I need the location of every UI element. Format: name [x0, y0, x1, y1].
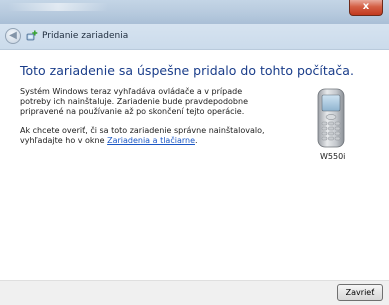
- verify-info-end: .: [195, 136, 198, 145]
- wizard-title: Pridanie zariadenia: [42, 31, 129, 41]
- window-title: [8, 3, 108, 11]
- add-device-icon: [26, 30, 38, 41]
- verify-info-text: Ak chcete overiť, či sa toto zariadenie …: [20, 126, 275, 146]
- wizard-content: Toto zariadenie sa úspešne pridalo do to…: [0, 50, 389, 280]
- devices-and-printers-link[interactable]: Zariadenia a tlačiarne: [107, 136, 195, 145]
- close-wizard-button[interactable]: Zavrieť: [337, 284, 383, 301]
- driver-info-text: Systém Windows teraz vyhľadáva ovládače …: [20, 87, 248, 116]
- device-name-label: W550i: [320, 152, 346, 161]
- close-icon: x: [362, 1, 370, 12]
- window-close-button[interactable]: x: [349, 0, 383, 16]
- success-heading: Toto zariadenie sa úspešne pridalo do to…: [20, 63, 354, 78]
- mobile-phone-icon: [317, 88, 345, 148]
- wizard-navigation-bar: ◀ Pridanie zariadenia: [0, 24, 389, 50]
- back-button[interactable]: ◀: [5, 28, 21, 44]
- wizard-footer: Zavrieť: [0, 280, 389, 305]
- window-titlebar: x: [0, 0, 389, 24]
- back-arrow-icon: ◀: [9, 30, 17, 41]
